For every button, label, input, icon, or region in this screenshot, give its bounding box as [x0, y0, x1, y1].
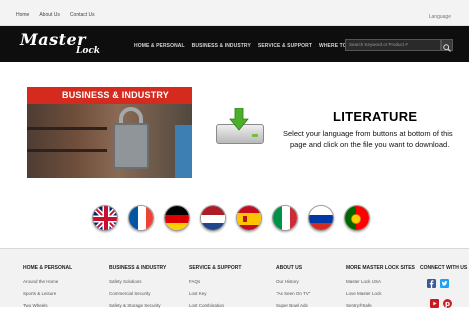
literature-instructions-line1: Select your language from buttons at bot… [283, 129, 453, 138]
search-button[interactable] [441, 39, 453, 52]
utility-links: Home About Us Contact Us [16, 12, 95, 18]
shelf [27, 127, 107, 130]
footer-link[interactable]: Sports & Leisure [23, 291, 72, 296]
shelf [27, 149, 107, 152]
italy-flag[interactable] [272, 205, 298, 231]
nav-home-personal[interactable]: HOME & PERSONAL [134, 43, 185, 49]
footer-col-more-sites: MORE MASTER LOCK SITES Master Lock USA L… [346, 265, 415, 315]
footer-link[interactable]: Safety & Storage Security [109, 303, 166, 308]
master-lock-logo[interactable]: Master Lock [20, 30, 106, 58]
banner-title: BUSINESS & INDUSTRY [62, 90, 169, 100]
footer-link[interactable]: Around the Home [23, 279, 72, 284]
literature-instructions-line2: page and click on the file you want to d… [290, 140, 450, 149]
contact-us-link[interactable]: Contact Us [70, 12, 95, 18]
footer-col-about-us: ABOUT US Our History "As Seen On TV" Sup… [276, 265, 310, 315]
france-flag[interactable] [128, 205, 154, 231]
facebook-icon[interactable] [427, 279, 436, 288]
padlock-image [113, 123, 149, 169]
about-us-link[interactable]: About Us [39, 12, 60, 18]
footer-link[interactable]: Super Bowl Ads [276, 303, 310, 308]
footer-col-home-personal: HOME & PERSONAL Around the Home Sports &… [23, 265, 72, 315]
search-icon [443, 44, 451, 52]
site-footer: HOME & PERSONAL Around the Home Sports &… [0, 248, 469, 308]
nav-business-industry[interactable]: BUSINESS & INDUSTRY [192, 43, 251, 49]
main-content: BUSINESS & INDUSTRY LITERATURE Select yo… [0, 62, 469, 248]
netherlands-flag[interactable] [200, 205, 226, 231]
footer-heading: MORE MASTER LOCK SITES [346, 265, 415, 271]
footer-col-service-support: SERVICE & SUPPORT FAQs Lost Key Lost Com… [189, 265, 241, 315]
footer-link[interactable]: Master Lock USA [346, 279, 415, 284]
footer-heading: ABOUT US [276, 265, 303, 271]
logo-text-lock: Lock [76, 46, 101, 56]
drive-led [252, 134, 258, 137]
footer-heading: HOME & PERSONAL [23, 265, 73, 271]
footer-link[interactable]: Lost Key [189, 291, 241, 296]
home-link[interactable]: Home [16, 12, 29, 18]
language-selector[interactable]: Language [429, 14, 451, 20]
business-industry-banner[interactable]: BUSINESS & INDUSTRY [27, 87, 192, 178]
warehouse-photo [27, 104, 192, 178]
footer-col-business-industry: BUSINESS & INDUSTRY Safety Solutions Com… [109, 265, 166, 315]
worker-image [175, 125, 192, 178]
download-drive-icon [216, 108, 268, 148]
site-header: Master Lock HOME & PERSONAL BUSINESS & I… [0, 26, 469, 62]
spain-flag[interactable] [236, 205, 262, 231]
main-nav: HOME & PERSONAL BUSINESS & INDUSTRY SERV… [134, 43, 359, 49]
uk-flag[interactable] [92, 205, 118, 231]
footer-link[interactable]: Two Wheels [23, 303, 72, 308]
footer-link[interactable]: "As Seen On TV" [276, 291, 310, 296]
footer-link[interactable]: Safety Solutions [109, 279, 166, 284]
social-icons [427, 279, 449, 288]
language-flags [92, 205, 370, 231]
twitter-icon[interactable] [440, 279, 449, 288]
footer-heading: CONNECT WITH US [420, 265, 468, 271]
footer-link[interactable]: Lost Combination [189, 303, 241, 308]
search-input[interactable]: Search Keyword or Product # [345, 39, 441, 51]
footer-link[interactable]: Our History [276, 279, 310, 284]
footer-link[interactable]: Love Master Lock [346, 291, 415, 296]
banner-title-bar: BUSINESS & INDUSTRY [27, 87, 192, 104]
footer-heading: SERVICE & SUPPORT [189, 265, 242, 271]
nav-service-support[interactable]: SERVICE & SUPPORT [258, 43, 312, 49]
germany-flag[interactable] [164, 205, 190, 231]
russia-flag[interactable] [308, 205, 334, 231]
footer-link[interactable]: FAQs [189, 279, 241, 284]
footer-link[interactable]: Commercial Security [109, 291, 166, 296]
portugal-flag[interactable] [344, 205, 370, 231]
top-utility-bar: Home About Us Contact Us Language [0, 0, 469, 26]
footer-col-connect: CONNECT WITH US [420, 265, 467, 279]
footer-link[interactable]: Sentry®Safe [346, 303, 415, 308]
literature-title: LITERATURE [333, 109, 418, 124]
footer-heading: BUSINESS & INDUSTRY [109, 265, 167, 271]
download-arrow-icon [229, 108, 249, 131]
